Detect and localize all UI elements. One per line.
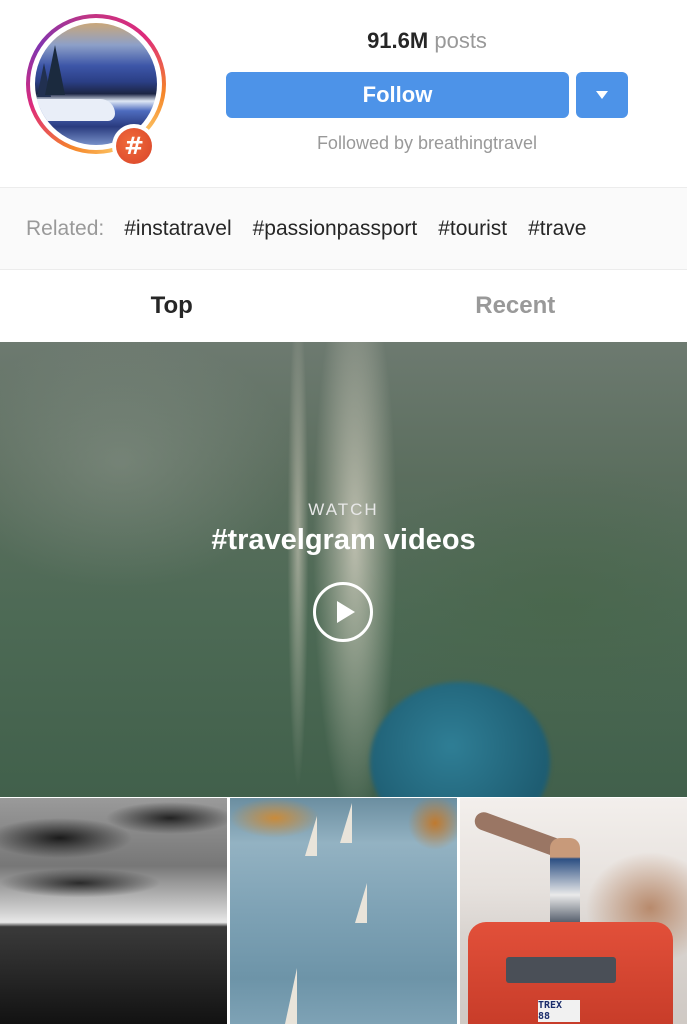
hashtag-header: # 91.6M posts Follow Followed by breathi… [0,0,687,187]
watch-label: WATCH [308,500,379,519]
video-title: #travelgram videos [211,524,476,556]
related-label: Related: [26,216,105,240]
person [550,838,580,933]
grid-post[interactable]: TREX 88 [460,798,687,1024]
hashtag-icon: # [116,128,152,164]
video-hero[interactable]: WATCH #travelgram videos [0,342,687,797]
post-count-value: 91.6M [367,28,429,53]
sailboat [340,803,352,843]
grid-post[interactable] [230,798,457,1024]
post-grid: TREX 88 [0,798,687,1024]
feed-tabs: Top Recent [0,270,687,342]
tab-recent[interactable]: Recent [344,270,687,342]
tab-top[interactable]: Top [0,270,344,342]
red-convertible: TREX 88 [468,922,673,1024]
post-count: 91.6M posts [226,28,628,54]
related-tag[interactable]: #trave [528,217,586,241]
hashtag-badge: # [112,124,156,168]
play-icon [336,601,355,623]
video-thumbnail-subject [370,682,550,797]
chevron-down-icon [596,91,608,99]
play-button[interactable] [313,582,373,642]
follow-button[interactable]: Follow [226,72,569,118]
related-tag[interactable]: #instatravel [124,217,231,241]
sailboat [355,883,367,923]
sailboat [305,816,317,856]
related-tag[interactable]: #tourist [438,217,507,241]
related-hashtags-bar[interactable]: Related: #instatravel #passionpassport #… [0,187,687,270]
grid-post[interactable] [0,798,227,1024]
post-count-label: posts [434,28,487,53]
license-plate: TREX 88 [538,1000,580,1022]
related-tag[interactable]: #passionpassport [253,217,418,241]
sailboat [285,968,297,1024]
follow-options-button[interactable] [576,72,628,118]
followed-by-text[interactable]: Followed by breathingtravel [226,133,628,154]
